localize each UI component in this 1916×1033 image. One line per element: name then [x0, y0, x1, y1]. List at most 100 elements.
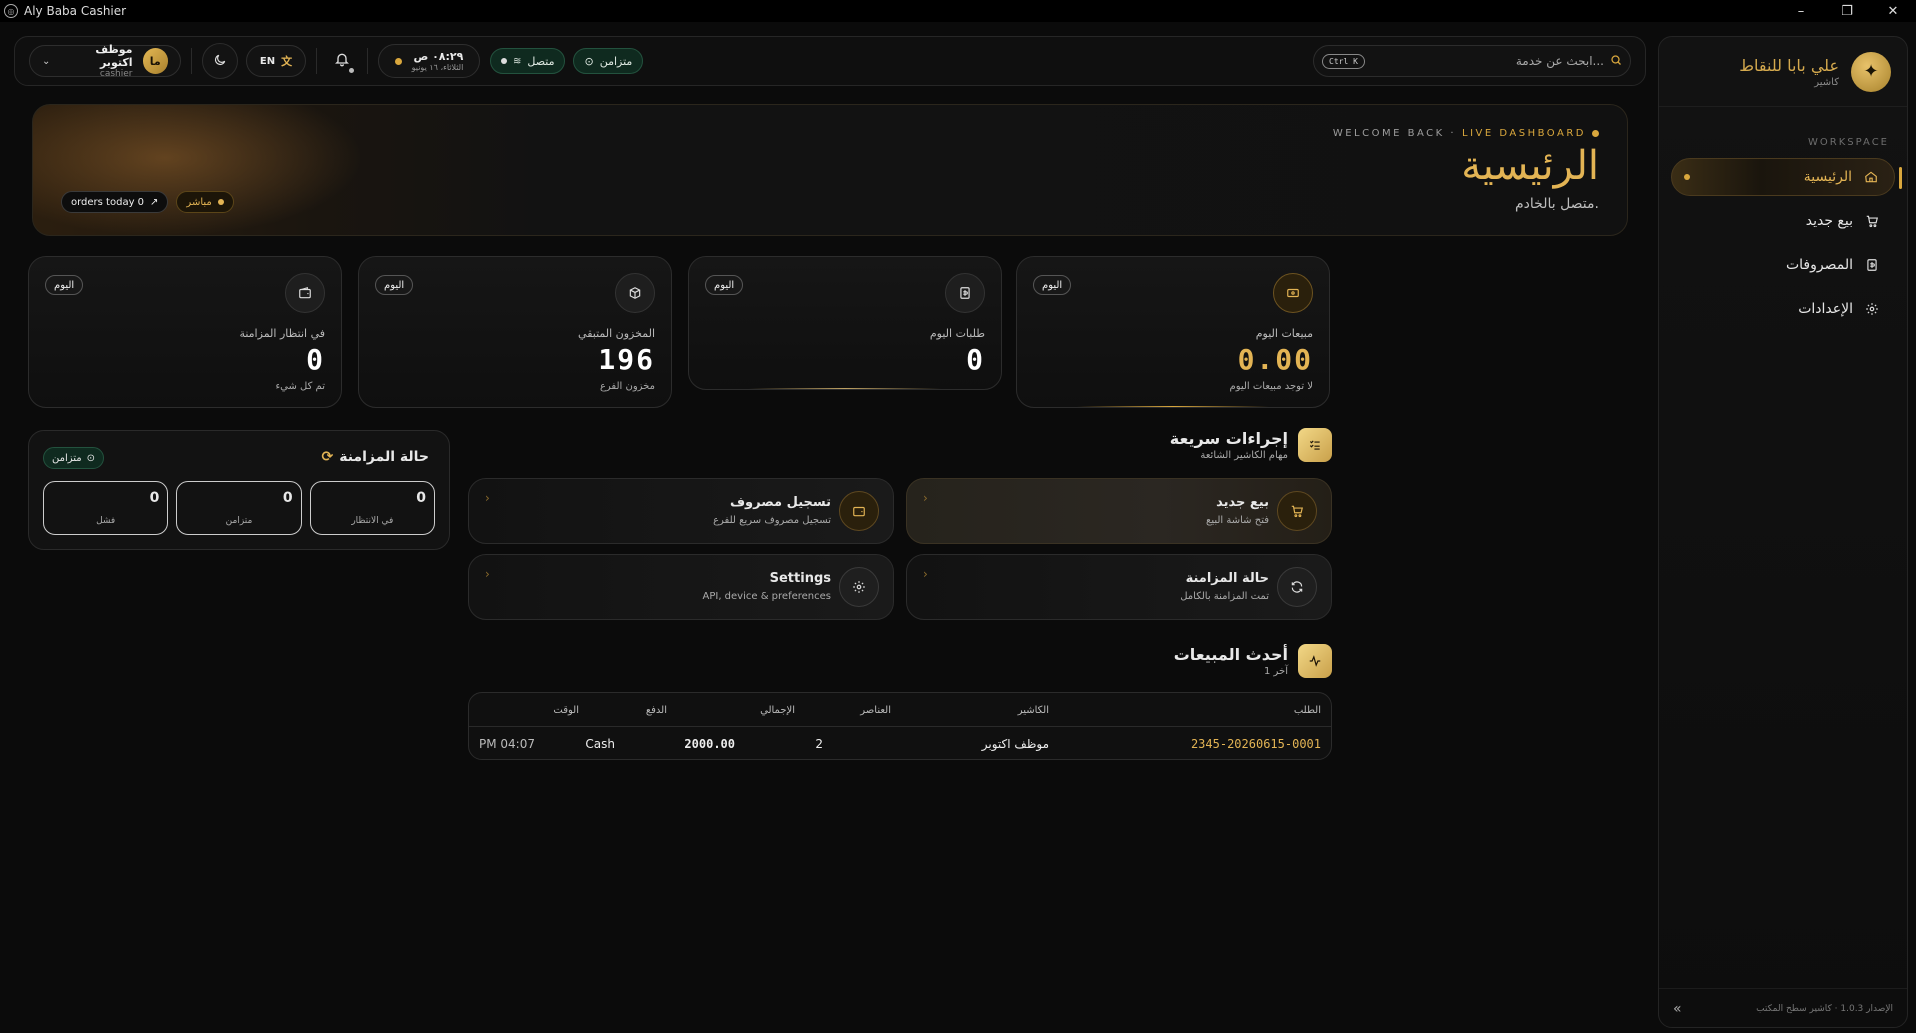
- close-button[interactable]: ✕: [1870, 0, 1916, 22]
- stat-label: طلبات اليوم: [929, 327, 985, 340]
- welcome-back-text: WELCOME BACK ·: [1332, 128, 1457, 139]
- action-subtitle: تسجيل مصروف سريع للفرع: [713, 515, 831, 526]
- page-title: الرئيسية: [1461, 143, 1599, 189]
- wallet-icon: [285, 273, 325, 313]
- sidebar-nav: الرئيسية بيع جديد المصروفات الإعدادات: [1659, 158, 1907, 328]
- stat-accent-line: [749, 388, 941, 389]
- recent-sales-header: أحدث المبيعات آخر 1: [1174, 644, 1332, 678]
- live-badge-dot: [217, 199, 224, 205]
- table-row[interactable]: 2345-20260615-0001 موظف اكتوبر 2 2000.00…: [469, 727, 1331, 759]
- recent-sales-subtitle: آخر 1: [1263, 666, 1288, 677]
- sync-status-action[interactable]: حالة المزامنة تمت المزامنة بالكامل ‹: [906, 554, 1332, 620]
- chevron-left-icon: ‹: [923, 567, 928, 581]
- live-dot: [1592, 130, 1599, 137]
- new-sale-action[interactable]: بيع جديد فتح شاشة البيع ‹: [906, 478, 1332, 544]
- action-title: تسجيل مصروف: [729, 495, 831, 510]
- counter-label: في الانتظار: [351, 516, 394, 526]
- payment-method: Cash: [585, 737, 615, 751]
- quick-actions-title: إجراءات سريعة: [1169, 429, 1288, 448]
- search-input[interactable]: ابحث عن خدمة...: [1516, 54, 1604, 68]
- sidebar-section-label: WORKSPACE: [1808, 137, 1889, 148]
- action-title: بيع جديد: [1216, 495, 1269, 510]
- stat-subtext: مخزون الفرع: [599, 381, 655, 392]
- dollar-receipt-icon: [945, 273, 985, 313]
- language-code: EN: [259, 55, 276, 67]
- divider: [316, 48, 317, 74]
- col-total: الإجمالي: [760, 704, 795, 716]
- restore-button[interactable]: ❐: [1824, 0, 1870, 22]
- sidebar-item-label: الإعدادات: [1798, 301, 1853, 317]
- action-subtitle: فتح شاشة البيع: [1206, 515, 1269, 526]
- stat-label: في انتظار المزامنة: [239, 327, 325, 340]
- refresh-icon[interactable]: ⟳: [321, 449, 333, 465]
- recent-sales-title: أحدث المبيعات: [1173, 645, 1288, 664]
- brand-sparkle-icon: ✦: [1851, 51, 1891, 92]
- stat-value: 0: [966, 343, 985, 376]
- orders-today-label: orders today 0: [71, 196, 145, 208]
- chevron-left-icon: ‹: [485, 567, 490, 581]
- table-header: الطلب الكاشير العناصر الإجمالي الدفع الو…: [469, 693, 1331, 727]
- live-label: مباشر: [186, 196, 212, 208]
- live-dashboard-text: LIVE DASHBOARD: [1462, 128, 1586, 139]
- counter-label: متزامن: [225, 516, 253, 526]
- sidebar-item-home[interactable]: الرئيسية: [1671, 158, 1902, 196]
- home-icon: [1862, 168, 1880, 186]
- user-menu[interactable]: ⌄ موظف اكتوبر cashier ما: [29, 43, 181, 79]
- language-toggle-button[interactable]: EN 文: [246, 45, 306, 77]
- stat-card-sales-today: اليوم مبيعات اليوم 0.00 لا توجد مبيعات ا…: [1016, 256, 1330, 408]
- action-subtitle: API, device & preferences: [702, 591, 832, 602]
- col-cashier: الكاشير: [1017, 704, 1049, 716]
- activity-icon: [1298, 644, 1332, 678]
- clock-date: الثلاثاء، ١٦ يونيو: [411, 63, 464, 72]
- chevron-down-icon: ⌄: [42, 55, 51, 67]
- notification-dot: [349, 68, 354, 73]
- sync-counter-pending: 0 في الانتظار: [309, 481, 435, 535]
- gear-icon: [839, 567, 879, 607]
- check-circle-icon: ⊙: [584, 54, 594, 68]
- action-subtitle: تمت المزامنة بالكامل: [1180, 591, 1269, 602]
- notifications-button[interactable]: [327, 46, 357, 76]
- cash-icon: [1273, 273, 1313, 313]
- minimize-button[interactable]: –: [1778, 0, 1824, 22]
- period-badge: اليوم: [705, 275, 744, 295]
- search-field[interactable]: Ctrl K ابحث عن خدمة...: [1313, 45, 1631, 77]
- orders-today-badge: orders today 0 ↗: [61, 191, 169, 213]
- page-subtitle: متصل بالخادم.: [1514, 196, 1599, 212]
- sync-counters: 0 فشل 0 متزامن 0 في الانتظار: [43, 481, 435, 535]
- brand-subtitle: كاشير: [1814, 76, 1839, 88]
- sync-state-label: متزامن: [52, 452, 82, 464]
- divider: [191, 48, 192, 74]
- sync-counter-failed: 0 فشل: [43, 481, 169, 535]
- topbar: ⌄ موظف اكتوبر cashier ما EN 文 ٠٨:٢٩ ص ال…: [14, 36, 1646, 86]
- counter-value: 0: [416, 490, 426, 506]
- stat-card-inventory: اليوم المخزون المتبقي 196 مخزون الفرع: [358, 256, 672, 408]
- record-expense-action[interactable]: تسجيل مصروف تسجيل مصروف سريع للفرع ‹: [468, 478, 894, 544]
- period-badge: اليوم: [1033, 275, 1072, 295]
- period-badge: اليوم: [45, 275, 84, 295]
- col-payment: الدفع: [645, 704, 667, 716]
- trend-up-icon: ↗: [150, 196, 159, 208]
- sidebar-item-new-sale[interactable]: بيع جديد: [1671, 202, 1895, 240]
- stat-value: 0: [306, 343, 325, 376]
- sidebar-item-label: المصروفات: [1785, 257, 1853, 273]
- brand-name: علي بابا للنقاط: [1739, 55, 1839, 75]
- sidebar-item-expenses[interactable]: المصروفات: [1671, 246, 1895, 284]
- cart-icon: [1277, 491, 1317, 531]
- clock-widget: ٠٨:٢٩ ص الثلاثاء، ١٦ يونيو: [378, 44, 480, 78]
- translate-icon: 文: [281, 55, 293, 68]
- receipt-icon: [1863, 256, 1881, 274]
- sidebar: ✦ علي بابا للنقاط كاشير WORKSPACE الرئيس…: [1658, 36, 1908, 1028]
- col-order: الطلب: [1293, 704, 1321, 716]
- bell-icon: [334, 51, 350, 71]
- clock-status-dot: [394, 57, 402, 65]
- theme-toggle-button[interactable]: [202, 43, 238, 79]
- col-time: الوقت: [553, 704, 579, 716]
- sidebar-brand: ✦ علي بابا للنقاط كاشير: [1659, 37, 1907, 107]
- stat-subtext: تم كل شيء: [275, 381, 325, 392]
- sidebar-item-settings[interactable]: الإعدادات: [1671, 290, 1895, 328]
- order-id[interactable]: 2345-20260615-0001: [1191, 727, 1321, 759]
- collapse-sidebar-button[interactable]: »: [1673, 1001, 1682, 1017]
- settings-action[interactable]: Settings API, device & preferences ‹: [468, 554, 894, 620]
- welcome-hero: WELCOME BACK · LIVE DASHBOARD الرئيسية م…: [32, 104, 1628, 236]
- sidebar-item-label: بيع جديد: [1805, 213, 1853, 229]
